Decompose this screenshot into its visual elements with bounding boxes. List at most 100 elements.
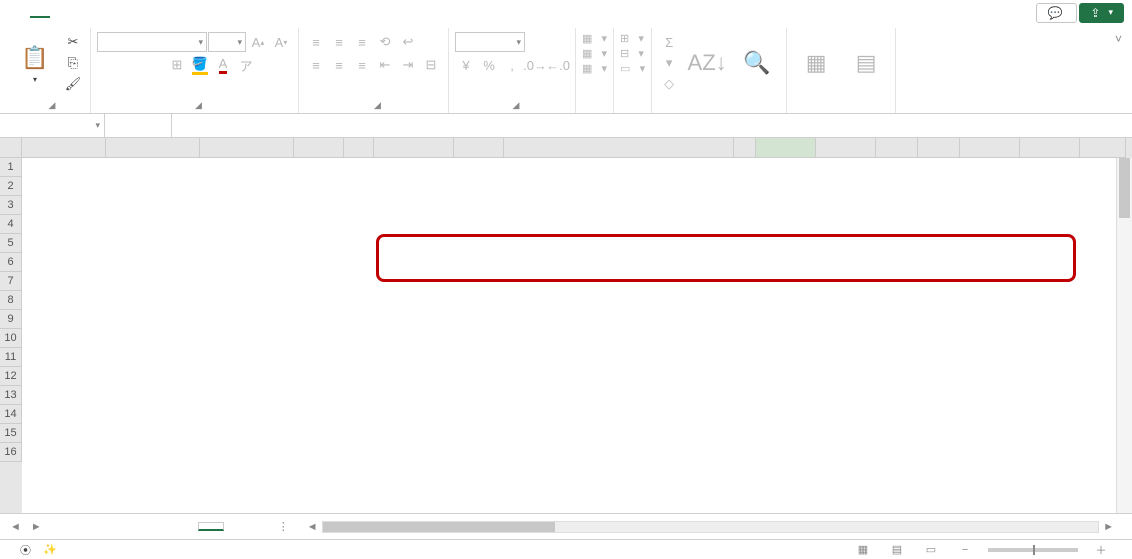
increase-font-button[interactable]: A▴	[247, 32, 269, 52]
wrap-text-button[interactable]: ↩	[397, 32, 419, 52]
col-header[interactable]	[918, 138, 960, 158]
vertical-scrollbar[interactable]	[1116, 158, 1132, 513]
decrease-indent-button[interactable]: ⇤	[374, 55, 396, 75]
page-layout-view-button[interactable]: ▤	[886, 543, 908, 556]
sheet-tab[interactable]	[226, 523, 252, 531]
col-header[interactable]	[374, 138, 454, 158]
col-header[interactable]	[734, 138, 756, 158]
collapse-ribbon-button[interactable]: ˅	[1115, 32, 1122, 46]
col-header[interactable]	[504, 138, 734, 158]
font-size-select[interactable]	[208, 32, 246, 52]
align-center-button[interactable]: ≡	[328, 55, 350, 75]
row-header[interactable]: 3	[0, 196, 22, 215]
row-header[interactable]: 2	[0, 177, 22, 196]
italic-button[interactable]	[120, 55, 142, 75]
normal-view-button[interactable]: ▦	[852, 543, 874, 556]
align-top-button[interactable]: ≡	[305, 32, 327, 52]
col-header[interactable]	[876, 138, 918, 158]
name-box[interactable]	[0, 114, 105, 137]
percent-button[interactable]: %	[478, 55, 500, 75]
sheet-tab[interactable]	[58, 523, 84, 531]
tab-review[interactable]	[140, 9, 160, 17]
horizontal-scrollbar[interactable]: ◄►	[295, 521, 1126, 533]
dialog-launcher-icon[interactable]: ◢	[195, 100, 202, 111]
zoom-out-button[interactable]: −	[954, 544, 976, 556]
currency-button[interactable]: ¥	[455, 55, 477, 75]
format-cells-button[interactable]: ▭ ▾	[620, 62, 645, 75]
cell-styles-button[interactable]: ▦ ▾	[582, 62, 607, 75]
row-header[interactable]: 14	[0, 405, 22, 424]
sheet-tab[interactable]	[142, 523, 168, 531]
dialog-launcher-icon[interactable]: ◢	[374, 100, 381, 111]
orientation-button[interactable]: ⟲	[374, 32, 396, 52]
col-header[interactable]	[200, 138, 294, 158]
tab-insert[interactable]	[52, 9, 72, 17]
col-header[interactable]	[1020, 138, 1080, 158]
col-header[interactable]	[106, 138, 200, 158]
tab-automate[interactable]	[184, 9, 204, 17]
conditional-format-button[interactable]: ▦ ▾	[582, 32, 607, 45]
sheet-tab[interactable]	[86, 523, 112, 531]
dialog-launcher-icon[interactable]: ◢	[513, 100, 520, 111]
underline-button[interactable]	[143, 55, 165, 75]
font-name-select[interactable]	[97, 32, 207, 52]
autosum-button[interactable]: Σ	[658, 32, 680, 52]
col-header[interactable]	[816, 138, 876, 158]
tab-help[interactable]	[228, 9, 248, 17]
cut-button[interactable]: ✂	[62, 32, 84, 52]
phonetic-button[interactable]: ア	[235, 55, 257, 75]
row-header[interactable]: 16	[0, 443, 22, 462]
row-header[interactable]: 15	[0, 424, 22, 443]
tab-new[interactable]	[250, 9, 270, 17]
dialog-launcher-icon[interactable]: ◢	[49, 100, 56, 111]
zoom-in-button[interactable]: ＋	[1090, 542, 1112, 558]
sort-filter-button[interactable]: AZ↓	[684, 32, 730, 96]
row-header[interactable]: 6	[0, 253, 22, 272]
addins-button[interactable]: ▦	[793, 32, 839, 96]
row-header[interactable]: 1	[0, 158, 22, 177]
col-header[interactable]	[344, 138, 374, 158]
align-left-button[interactable]: ≡	[305, 55, 327, 75]
col-header[interactable]	[22, 138, 106, 158]
share-button[interactable]: ⇪▾	[1079, 3, 1124, 23]
border-button[interactable]: ⊞	[166, 55, 188, 75]
row-header[interactable]: 11	[0, 348, 22, 367]
col-header[interactable]	[294, 138, 344, 158]
col-header[interactable]	[960, 138, 1020, 158]
delete-cells-button[interactable]: ⊟ ▾	[620, 47, 644, 60]
copy-button[interactable]: ⎘	[62, 53, 84, 73]
col-header[interactable]	[1080, 138, 1126, 158]
comma-button[interactable]: ,	[501, 55, 523, 75]
tab-data[interactable]	[118, 9, 138, 17]
fill-color-button[interactable]: 🪣	[189, 55, 211, 75]
align-bottom-button[interactable]: ≡	[351, 32, 373, 52]
align-right-button[interactable]: ≡	[351, 55, 373, 75]
sheet-nav-prev[interactable]: ◄	[6, 521, 25, 533]
col-header[interactable]	[756, 138, 816, 158]
fill-button[interactable]: ▾	[658, 53, 680, 73]
row-header[interactable]: 8	[0, 291, 22, 310]
font-color-button[interactable]: A	[212, 55, 234, 75]
tab-formulas[interactable]	[96, 9, 116, 17]
tab-home[interactable]	[30, 8, 50, 18]
tab-view[interactable]	[162, 9, 182, 17]
data-analysis-button[interactable]: ▤	[843, 32, 889, 96]
tab-developer[interactable]	[206, 9, 226, 17]
row-header[interactable]: 4	[0, 215, 22, 234]
accessibility-status[interactable]: ✨	[43, 543, 57, 556]
clear-button[interactable]: ◇	[658, 74, 680, 94]
align-middle-button[interactable]: ≡	[328, 32, 350, 52]
increase-indent-button[interactable]: ⇥	[397, 55, 419, 75]
row-header[interactable]: 10	[0, 329, 22, 348]
sheet-tab[interactable]	[114, 523, 140, 531]
row-header[interactable]: 12	[0, 367, 22, 386]
page-break-view-button[interactable]: ▭	[920, 543, 942, 556]
format-painter-button[interactable]: 🖌	[62, 74, 84, 94]
row-header[interactable]: 9	[0, 310, 22, 329]
number-format-select[interactable]	[455, 32, 525, 52]
insert-cells-button[interactable]: ⊞ ▾	[620, 32, 644, 45]
merge-button[interactable]: ⊟	[420, 55, 442, 75]
row-header[interactable]: 13	[0, 386, 22, 405]
sheet-tab[interactable]	[170, 523, 196, 531]
sheet-nav-next[interactable]: ►	[27, 521, 46, 533]
